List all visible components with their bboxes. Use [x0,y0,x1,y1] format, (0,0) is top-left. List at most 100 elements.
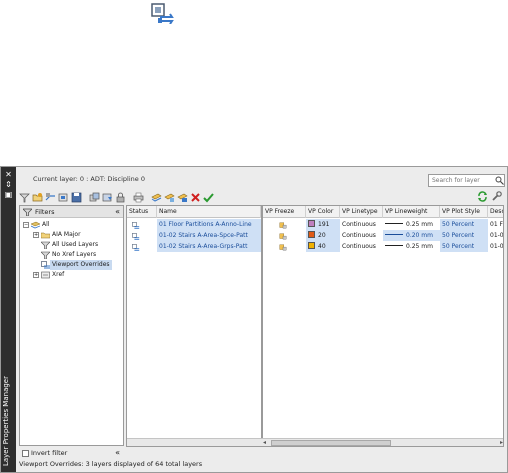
vp-color-value: 191 [318,221,330,228]
table-row[interactable]: 01-02 Stairs A-Area-Spce-Patt 20 Continu… [127,230,503,241]
vp-linetype-cell[interactable]: Continuous [340,241,383,252]
palette-titlebar[interactable]: ✕ ⇕ ▣ Layer Properties Manager [1,167,16,472]
filters-header-label: Filters [35,208,55,216]
column-vp-color[interactable]: VP Color [306,206,340,218]
layer-standards-icon[interactable] [89,192,100,203]
column-description[interactable]: Descri [488,206,503,218]
vp-plot-style-cell[interactable]: 50 Percent [440,241,488,252]
new-property-filter-icon[interactable] [19,192,30,203]
filter-xref-label: Xref [52,271,65,278]
color-swatch [308,242,315,249]
new-group-filter-icon[interactable] [32,192,43,203]
vp-plot-style-cell[interactable]: 50 Percent [440,230,488,241]
vp-lineweight-cell[interactable]: 0.25 mm [383,219,440,230]
layer-properties-manager-palette: ✕ ⇕ ▣ Layer Properties Manager Current l… [0,166,508,473]
grid-splitter[interactable] [261,206,263,446]
vp-lineweight-value: 0.25 mm [406,221,433,228]
color-swatch [308,220,315,227]
layer-status-icon [132,244,140,251]
vp-linetype-cell[interactable]: Continuous [340,219,383,230]
column-vp-plot-style[interactable]: VP Plot Style [440,206,488,218]
filter-aia-major[interactable]: + AIA Major [20,230,123,240]
filter-all-used-layers-label: All Used Layers [52,241,99,248]
filter-all-label: All [42,221,50,228]
invert-filter-label: Invert filter [31,449,68,457]
filter-viewport-overrides-label: Viewport Overrides [50,260,112,270]
filter-aia-major-label: AIA Major [52,231,81,238]
layer-name[interactable]: 01-02 Stairs A-Area-Spce-Patt [157,230,261,241]
new-layer-icon[interactable] [151,192,162,203]
new-layer-vp-frozen-all-icon[interactable] [177,192,188,203]
layer-states-icon[interactable] [45,192,56,203]
pin-icon[interactable]: ⇕ [3,180,14,189]
layer-name[interactable]: 01 Floor Partitions A-Anno-Line [157,219,261,230]
collapse-filters-icon[interactable]: « [115,206,120,217]
vp-color-value: 40 [318,243,326,250]
delete-layer-icon[interactable] [190,192,201,203]
filter-no-xref-layers[interactable]: No Xref Layers [20,250,123,260]
description-cell[interactable]: 01-02 [488,230,503,241]
scrollbar-thumb[interactable] [271,440,391,446]
refresh-icon[interactable] [477,191,488,202]
save-icon[interactable] [71,192,82,203]
description-cell[interactable]: 01-02 [488,241,503,252]
vp-linetype-cell[interactable]: Continuous [340,230,383,241]
collapse-icon[interactable]: − [23,222,29,228]
layer-profiles-icon[interactable] [102,192,113,203]
properties-icon[interactable]: ▣ [3,190,14,199]
vp-lineweight-cell[interactable]: 0.20 mm [383,230,440,241]
filters-footer: Invert filter « [19,447,124,459]
vp-lineweight-value: 0.20 mm [406,232,433,239]
set-current-icon[interactable] [203,192,214,203]
lock-icon[interactable] [115,192,126,203]
group-filter-icon [41,232,50,239]
new-layer-vp-frozen-icon[interactable] [164,192,175,203]
invert-filter-checkbox[interactable] [22,450,29,457]
filter-all-icon [31,221,40,229]
filter-all[interactable]: − All [20,220,123,230]
table-row[interactable]: 01 Floor Partitions A-Anno-Line 191 Cont… [127,219,503,230]
close-icon[interactable]: ✕ [3,170,14,179]
xref-icon [41,271,50,279]
expand-icon[interactable]: + [33,272,39,278]
vp-color-cell[interactable]: 20 [306,230,340,241]
vp-lineweight-cell[interactable]: 0.25 mm [383,241,440,252]
vp-plot-style-cell[interactable]: 50 Percent [440,219,488,230]
collapse-filters-icon[interactable]: « [115,447,120,459]
table-row[interactable]: 01-02 Stairs A-Area-Grps-Patt 40 Continu… [127,241,503,252]
left-scrollbar[interactable] [127,438,261,446]
expand-icon[interactable]: + [33,232,39,238]
property-filter-icon [41,251,50,259]
search-input[interactable] [428,174,505,187]
description-cell[interactable]: 01 Flo [488,219,503,230]
status-bar: Viewport Overrides: 3 layers displayed o… [19,460,203,468]
column-name[interactable]: Name [157,206,261,218]
current-layer-label: Current layer: 0 : ADT: Discipline 0 [33,175,145,183]
settings-icon[interactable] [491,191,502,202]
filter-viewport-overrides[interactable]: Viewport Overrides [20,260,123,270]
column-vp-lineweight[interactable]: VP Lineweight [383,206,440,218]
layer-key-styles-icon[interactable] [58,192,69,203]
filter-all-used-layers[interactable]: All Used Layers [20,240,123,250]
search-icon[interactable] [495,176,504,185]
toolbar [19,191,216,203]
horizontal-scrollbar[interactable]: ◂ ▸ [261,438,503,446]
layer-viewport-overrides-icon[interactable] [150,2,176,24]
print-icon[interactable] [133,192,144,203]
vp-color-cell[interactable]: 191 [306,219,340,230]
column-vp-freeze[interactable]: VP Freeze [263,206,306,218]
viewport-overrides-icon [41,261,50,269]
column-vp-linetype[interactable]: VP Linetype [340,206,383,218]
palette-title: Layer Properties Manager [2,375,10,466]
layer-name[interactable]: 01-02 Stairs A-Area-Grps-Patt [157,241,261,252]
color-swatch [308,231,315,238]
filter-xref[interactable]: + Xref [20,270,123,280]
filter-no-xref-layers-label: No Xref Layers [52,251,97,258]
vp-color-value: 20 [318,232,326,239]
vp-color-cell[interactable]: 40 [306,241,340,252]
vp-freeze-icon[interactable] [277,242,287,253]
scroll-left-icon[interactable]: ◂ [263,439,266,446]
column-status[interactable]: Status [127,206,157,218]
scroll-right-icon[interactable]: ▸ [500,439,503,446]
layer-grid: Status Name VP Freeze VP Color VP Linety… [126,205,504,447]
